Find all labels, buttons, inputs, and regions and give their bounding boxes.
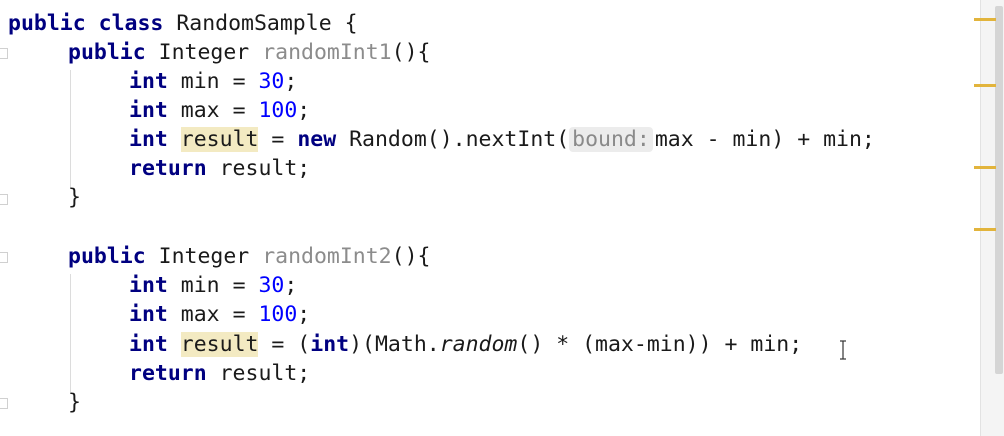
code-line-int-max[interactable]: int max = 100; (129, 300, 310, 329)
keyword-int: int (129, 98, 168, 123)
keyword-public: public (8, 11, 86, 36)
parameter-hint: bound: (569, 127, 653, 152)
code-text: () * (max-min)) + min; (517, 332, 803, 357)
code-line-int-min[interactable]: int min = 30; (129, 67, 297, 96)
code-line-method2-signature[interactable]: public Integer randomInt2(){ (68, 242, 430, 271)
code-text: result; (206, 361, 311, 386)
params: (){ (391, 40, 431, 65)
keyword-int: int (129, 69, 168, 94)
highlighted-variable: result (180, 332, 259, 357)
code-line-int-result[interactable]: int result = (int)(Math.random() * (max-… (129, 330, 802, 359)
code-line-int-result[interactable]: int result = new Random().nextInt(bound:… (129, 125, 875, 154)
code-text: result; (206, 156, 311, 181)
usage-marker[interactable] (974, 166, 996, 169)
number-literal: 30 (258, 69, 285, 94)
close-brace: } (68, 390, 81, 415)
keyword-int: int (129, 332, 168, 357)
indent-guide (70, 274, 71, 392)
return-type: Integer (158, 40, 250, 65)
keyword-int: int (129, 302, 168, 327)
code-line-return[interactable]: return result; (129, 154, 310, 183)
fold-marker-icon[interactable] (0, 194, 8, 205)
keyword-return: return (129, 361, 207, 386)
code-text: min = (167, 273, 259, 298)
code-line-method1-signature[interactable]: public Integer randomInt1(){ (68, 38, 430, 67)
text-cursor-icon (840, 340, 846, 360)
keyword-public: public (68, 40, 146, 65)
indent-guide (70, 70, 71, 188)
scrollbar-thumb[interactable] (995, 6, 1003, 374)
keyword-int: int (129, 127, 168, 152)
code-line-return[interactable]: return result; (129, 359, 310, 388)
class-name: RandomSample (176, 11, 332, 36)
method-name: randomInt2 (262, 244, 392, 269)
keyword-int: int (129, 273, 168, 298)
keyword-return: return (129, 156, 207, 181)
code-line-int-min[interactable]: int min = 30; (129, 271, 297, 300)
method-name: randomInt1 (262, 40, 392, 65)
code-text: )(Math. (349, 332, 440, 357)
params: (){ (391, 244, 431, 269)
number-literal: 100 (258, 302, 298, 327)
close-brace: } (68, 185, 81, 210)
usage-marker[interactable] (974, 18, 996, 21)
code-text: Random().nextInt( (336, 127, 570, 152)
fold-marker-icon[interactable] (0, 398, 8, 409)
code-text: = ( (258, 332, 311, 357)
keyword-public: public (68, 244, 146, 269)
open-brace: { (331, 11, 358, 36)
highlighted-variable: result (180, 127, 259, 152)
number-literal: 100 (258, 98, 298, 123)
keyword-int: int (310, 332, 350, 357)
number-literal: 30 (258, 273, 285, 298)
vertical-scrollbar[interactable] (974, 0, 1004, 436)
static-method-call: random (439, 332, 518, 357)
code-line-int-max[interactable]: int max = 100; (129, 96, 310, 125)
code-text: = (258, 127, 298, 152)
usage-marker[interactable] (974, 228, 996, 231)
code-text: max = (167, 98, 259, 123)
fold-marker-icon[interactable] (0, 48, 8, 59)
code-line-close-brace[interactable]: } (68, 183, 81, 212)
code-text: max - min) + min; (654, 127, 875, 152)
semicolon: ; (284, 69, 298, 94)
semicolon: ; (297, 98, 311, 123)
fold-marker-icon[interactable] (0, 252, 8, 263)
code-editor[interactable]: public class RandomSample { public Integ… (0, 0, 980, 436)
code-line-close-brace[interactable]: } (68, 388, 81, 417)
code-text: max = (167, 302, 259, 327)
code-text: min = (167, 69, 259, 94)
semicolon: ; (297, 302, 311, 327)
return-type: Integer (158, 244, 250, 269)
semicolon: ; (284, 273, 298, 298)
keyword-class: class (98, 11, 164, 36)
code-line-class-declaration[interactable]: public class RandomSample { (8, 9, 358, 38)
usage-marker[interactable] (974, 84, 996, 87)
keyword-new: new (297, 127, 337, 152)
